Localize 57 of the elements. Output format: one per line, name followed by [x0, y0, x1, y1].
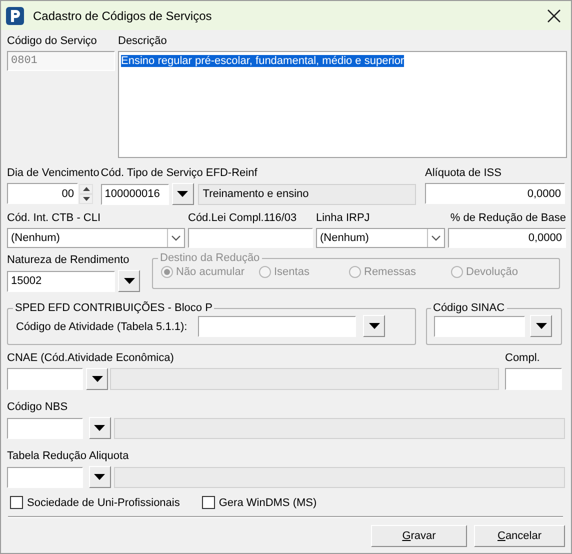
day-field[interactable]: 00	[7, 183, 78, 204]
complement-field[interactable]	[505, 368, 562, 390]
field-label: Cód.Lei Compl.116/03	[188, 211, 298, 226]
down-arrow-icon	[82, 196, 90, 200]
description-text: Ensino regular pré-escolar, fundamental, médio e superior	[121, 55, 404, 67]
activity-code-field[interactable]	[198, 316, 356, 336]
app-logo-icon	[6, 6, 24, 24]
field-label: Alíquota de ISS	[425, 166, 502, 181]
code-field[interactable]	[7, 466, 83, 488]
iss-rate-field[interactable]: 0,0000	[425, 183, 565, 204]
window-title: Cadastro de Códigos de Serviços	[33, 8, 213, 22]
description-field[interactable]: Ensino regular pré-escolar, fundamental, médio e superior	[118, 51, 567, 158]
field-label: Código de Atividade (Tabela 5.1.1):	[16, 321, 188, 333]
ctb-code-dropdown[interactable]: (Nenhum)	[7, 228, 185, 248]
field-label: Linha IRPJ	[316, 211, 371, 226]
field-label: CNAE (Cód.Atividade Econômica)	[7, 351, 175, 366]
field-label: Cód. Int. CTB - CLI	[7, 211, 102, 226]
caret-icon	[368, 323, 380, 329]
field-label: Código do Serviço	[7, 34, 98, 49]
caret-icon	[124, 278, 134, 284]
dropdown-value: (Nenhum)	[10, 232, 61, 244]
service-type-field[interactable]: 100000016	[100, 184, 169, 204]
field-label: % de Redução de Base	[450, 211, 566, 226]
field-label: Cód. Tipo de Serviço EFD-Reinf	[100, 166, 258, 181]
checkbox-option[interactable]: Sociedade de Uni-Profissionais	[10, 496, 180, 509]
income-nature-field[interactable]: 15002	[7, 270, 115, 292]
spin-down-button[interactable]	[79, 194, 93, 204]
caret-icon	[177, 191, 188, 197]
group-title: Código SINAC	[432, 301, 506, 315]
chevron-icon	[431, 235, 441, 241]
save-button[interactable]: Gravar	[371, 525, 467, 547]
field-label: Código NBS	[7, 400, 69, 415]
group-title: Destino da Redução	[159, 251, 261, 265]
base-reduction-field[interactable]: 0,0000	[448, 228, 566, 248]
field-label: Descrição	[118, 34, 168, 49]
spin-up-button[interactable]	[79, 184, 93, 194]
field-label: Tabela Redução Aliquota	[7, 449, 130, 464]
dropdown-value: (Nenhum)	[319, 232, 370, 244]
caret-icon	[94, 474, 106, 480]
code-field[interactable]	[7, 418, 83, 438]
law-code-field[interactable]	[188, 228, 313, 248]
chevron-icon	[171, 235, 181, 241]
cancel-button[interactable]: Cancelar	[474, 525, 565, 547]
service-type-description: Treinamento e ensino	[198, 184, 416, 204]
group-title: SPED EFD CONTRIBUIÇÕES - Bloco P	[14, 301, 214, 315]
checkbox-option[interactable]: Gera WinDMS (MS)	[202, 496, 317, 509]
field-label: Compl.	[505, 351, 540, 366]
cnae-field[interactable]	[7, 368, 83, 390]
up-arrow-icon	[82, 186, 90, 190]
field-label: Natureza de Rendimento	[7, 253, 130, 268]
caret-icon	[536, 323, 546, 329]
caret-icon	[94, 425, 106, 431]
sinac-code-field[interactable]	[434, 316, 525, 336]
field-label: Dia de Vencimento	[7, 166, 100, 181]
close-icon[interactable]	[547, 8, 561, 22]
irpj-line-dropdown[interactable]: (Nenhum)	[316, 228, 445, 248]
caret-icon	[92, 376, 102, 382]
